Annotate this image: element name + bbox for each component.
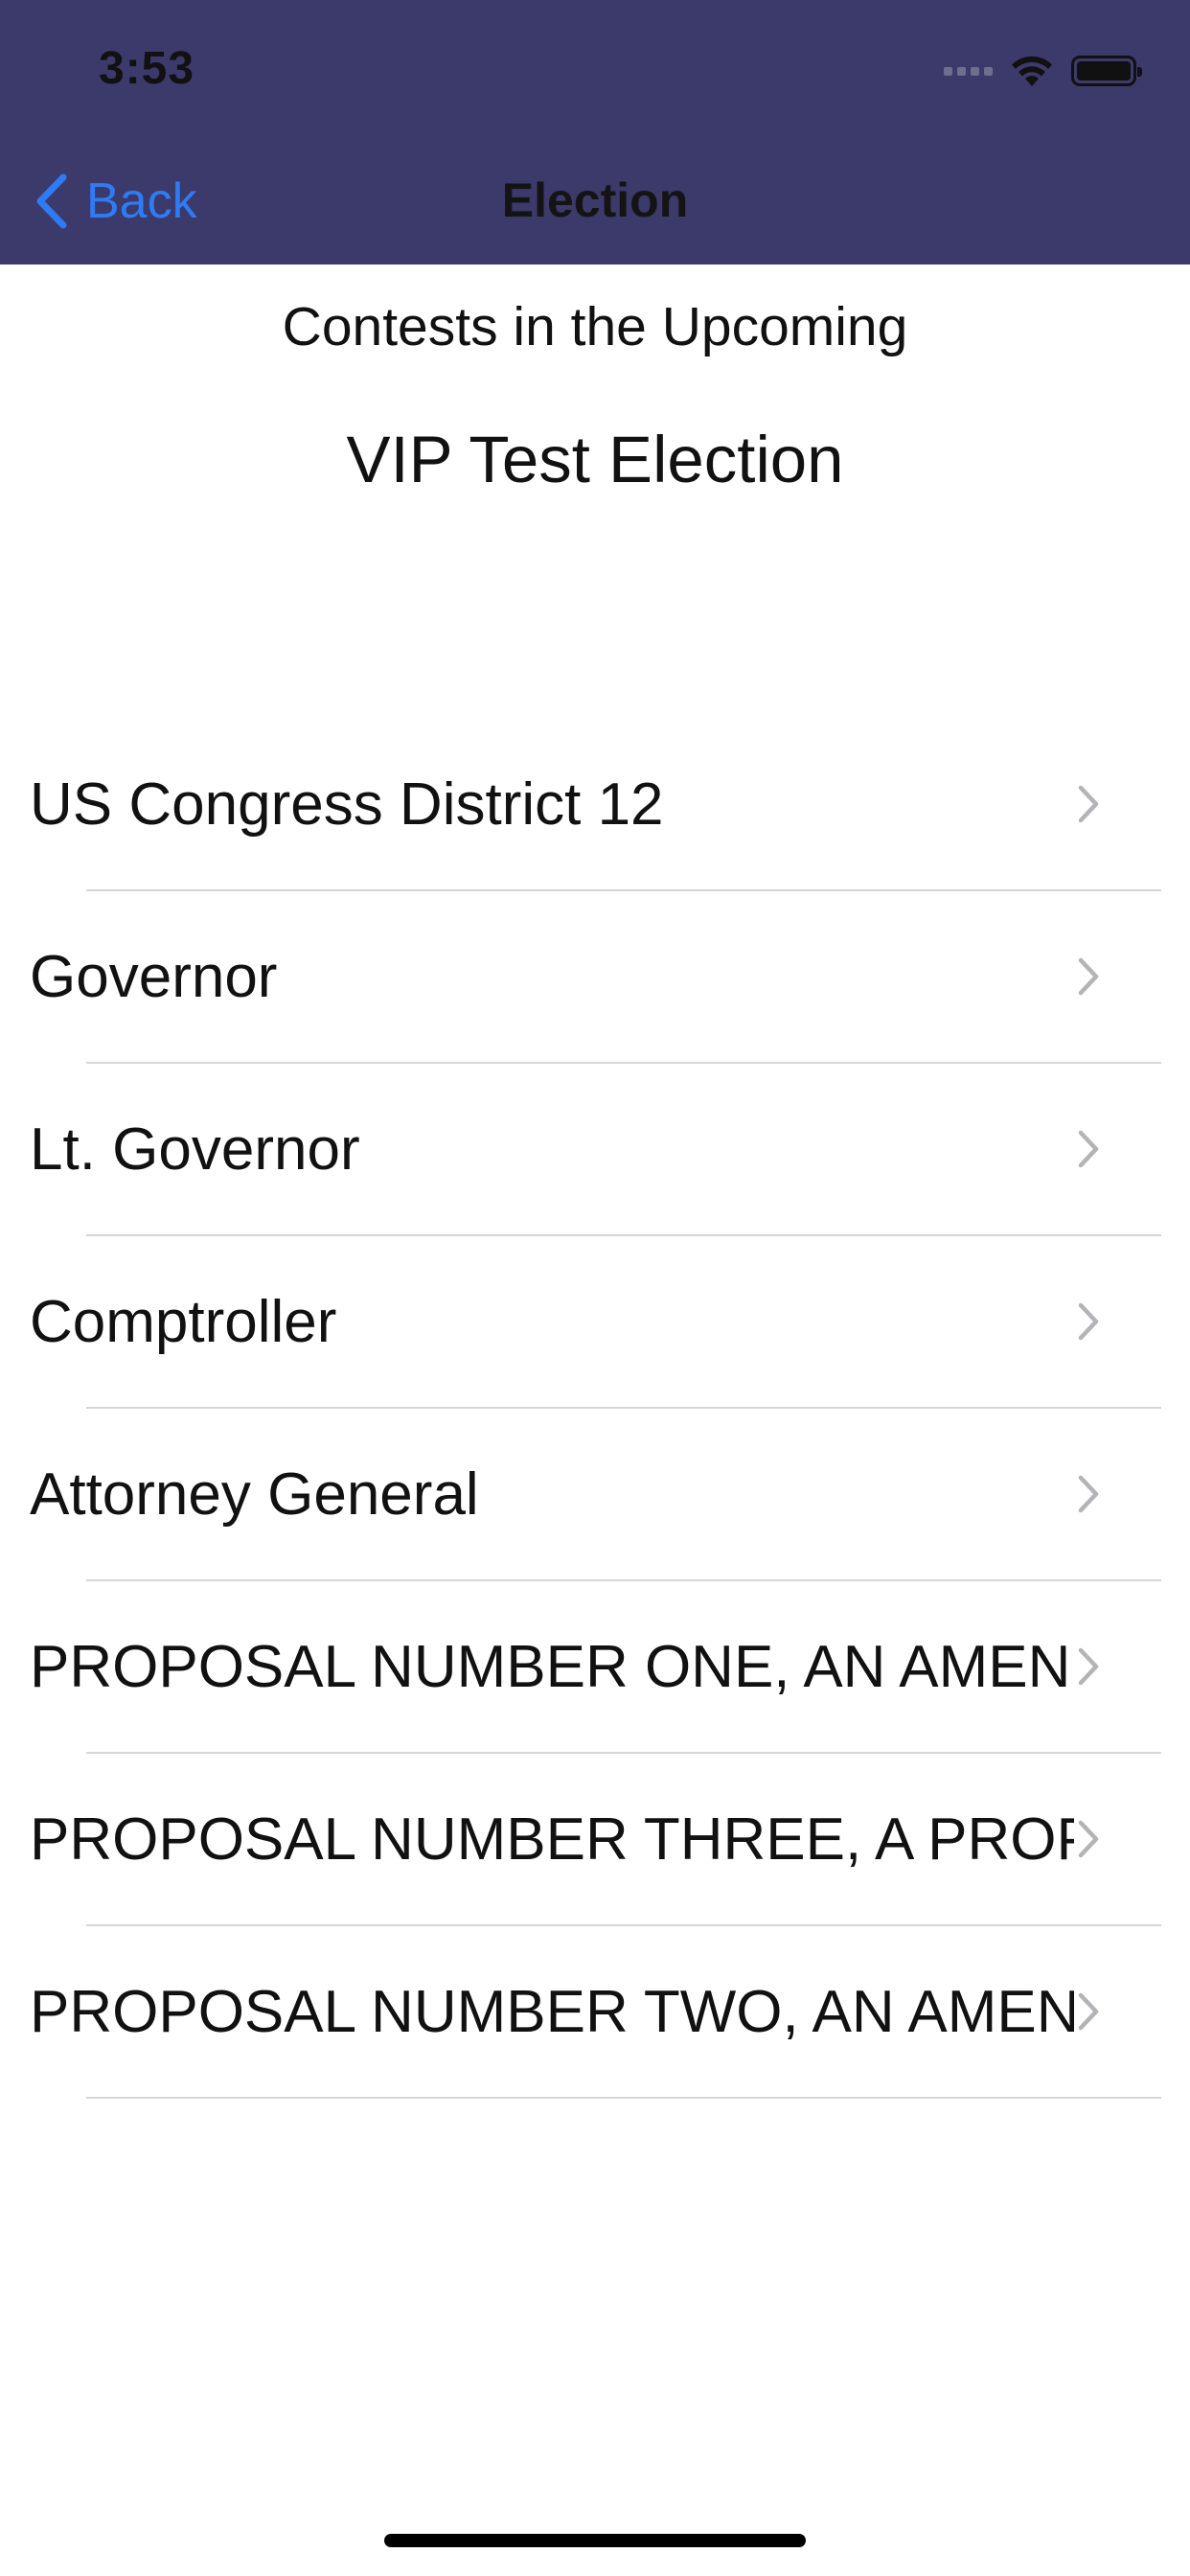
contest-row[interactable]: Governor — [0, 891, 1190, 1064]
chevron-right-icon — [1077, 1991, 1100, 2032]
contests-subtitle: Contests in the Upcoming — [282, 296, 908, 357]
status-icons — [944, 50, 1142, 92]
contest-label: PROPOSAL NUMBER TWO, AN AMEN — [30, 1979, 1074, 2045]
contest-label: Attorney General — [30, 1461, 479, 1528]
contest-label: US Congress District 12 — [30, 771, 664, 838]
election-screen: 3:53 Back Election Contests in the Upcom… — [0, 0, 1190, 2576]
chevron-right-icon — [1077, 784, 1100, 824]
chevron-right-icon — [1077, 1301, 1100, 1342]
contest-row[interactable]: Attorney General — [0, 1409, 1190, 1581]
contest-row[interactable]: Lt. Governor — [0, 1064, 1190, 1236]
contest-row[interactable]: PROPOSAL NUMBER TWO, AN AMEN — [0, 1926, 1190, 2099]
contest-label: PROPOSAL NUMBER THREE, A PROPO — [30, 1806, 1074, 1873]
chevron-right-icon — [1077, 1129, 1100, 1169]
chevron-right-icon — [1077, 1474, 1100, 1514]
contest-row[interactable]: PROPOSAL NUMBER THREE, A PROPO — [0, 1754, 1190, 1926]
wifi-icon — [1010, 54, 1054, 88]
contest-row[interactable]: Comptroller — [0, 1236, 1190, 1409]
contest-label: PROPOSAL NUMBER ONE, AN AMENI — [30, 1634, 1074, 1700]
contest-label: Lt. Governor — [30, 1116, 360, 1183]
election-name: VIP Test Election — [346, 423, 844, 496]
contest-row[interactable]: US Congress District 12 — [0, 719, 1190, 891]
contest-list: US Congress District 12 Governor Lt. Gov… — [0, 719, 1190, 2099]
chevron-right-icon — [1077, 956, 1100, 997]
contest-label: Governor — [30, 944, 278, 1010]
signal-icon — [944, 66, 993, 76]
status-time: 3:53 — [99, 43, 195, 94]
contest-label: Comptroller — [30, 1289, 337, 1355]
home-indicator[interactable] — [384, 2534, 806, 2547]
contest-row[interactable]: PROPOSAL NUMBER ONE, AN AMENI — [0, 1581, 1190, 1754]
chevron-right-icon — [1077, 1646, 1100, 1687]
battery-icon — [1071, 56, 1142, 86]
chevron-right-icon — [1077, 1819, 1100, 1859]
navigation-header: 3:53 Back Election — [0, 0, 1190, 264]
row-divider — [86, 2097, 1161, 2099]
nav-title: Election — [501, 173, 689, 227]
